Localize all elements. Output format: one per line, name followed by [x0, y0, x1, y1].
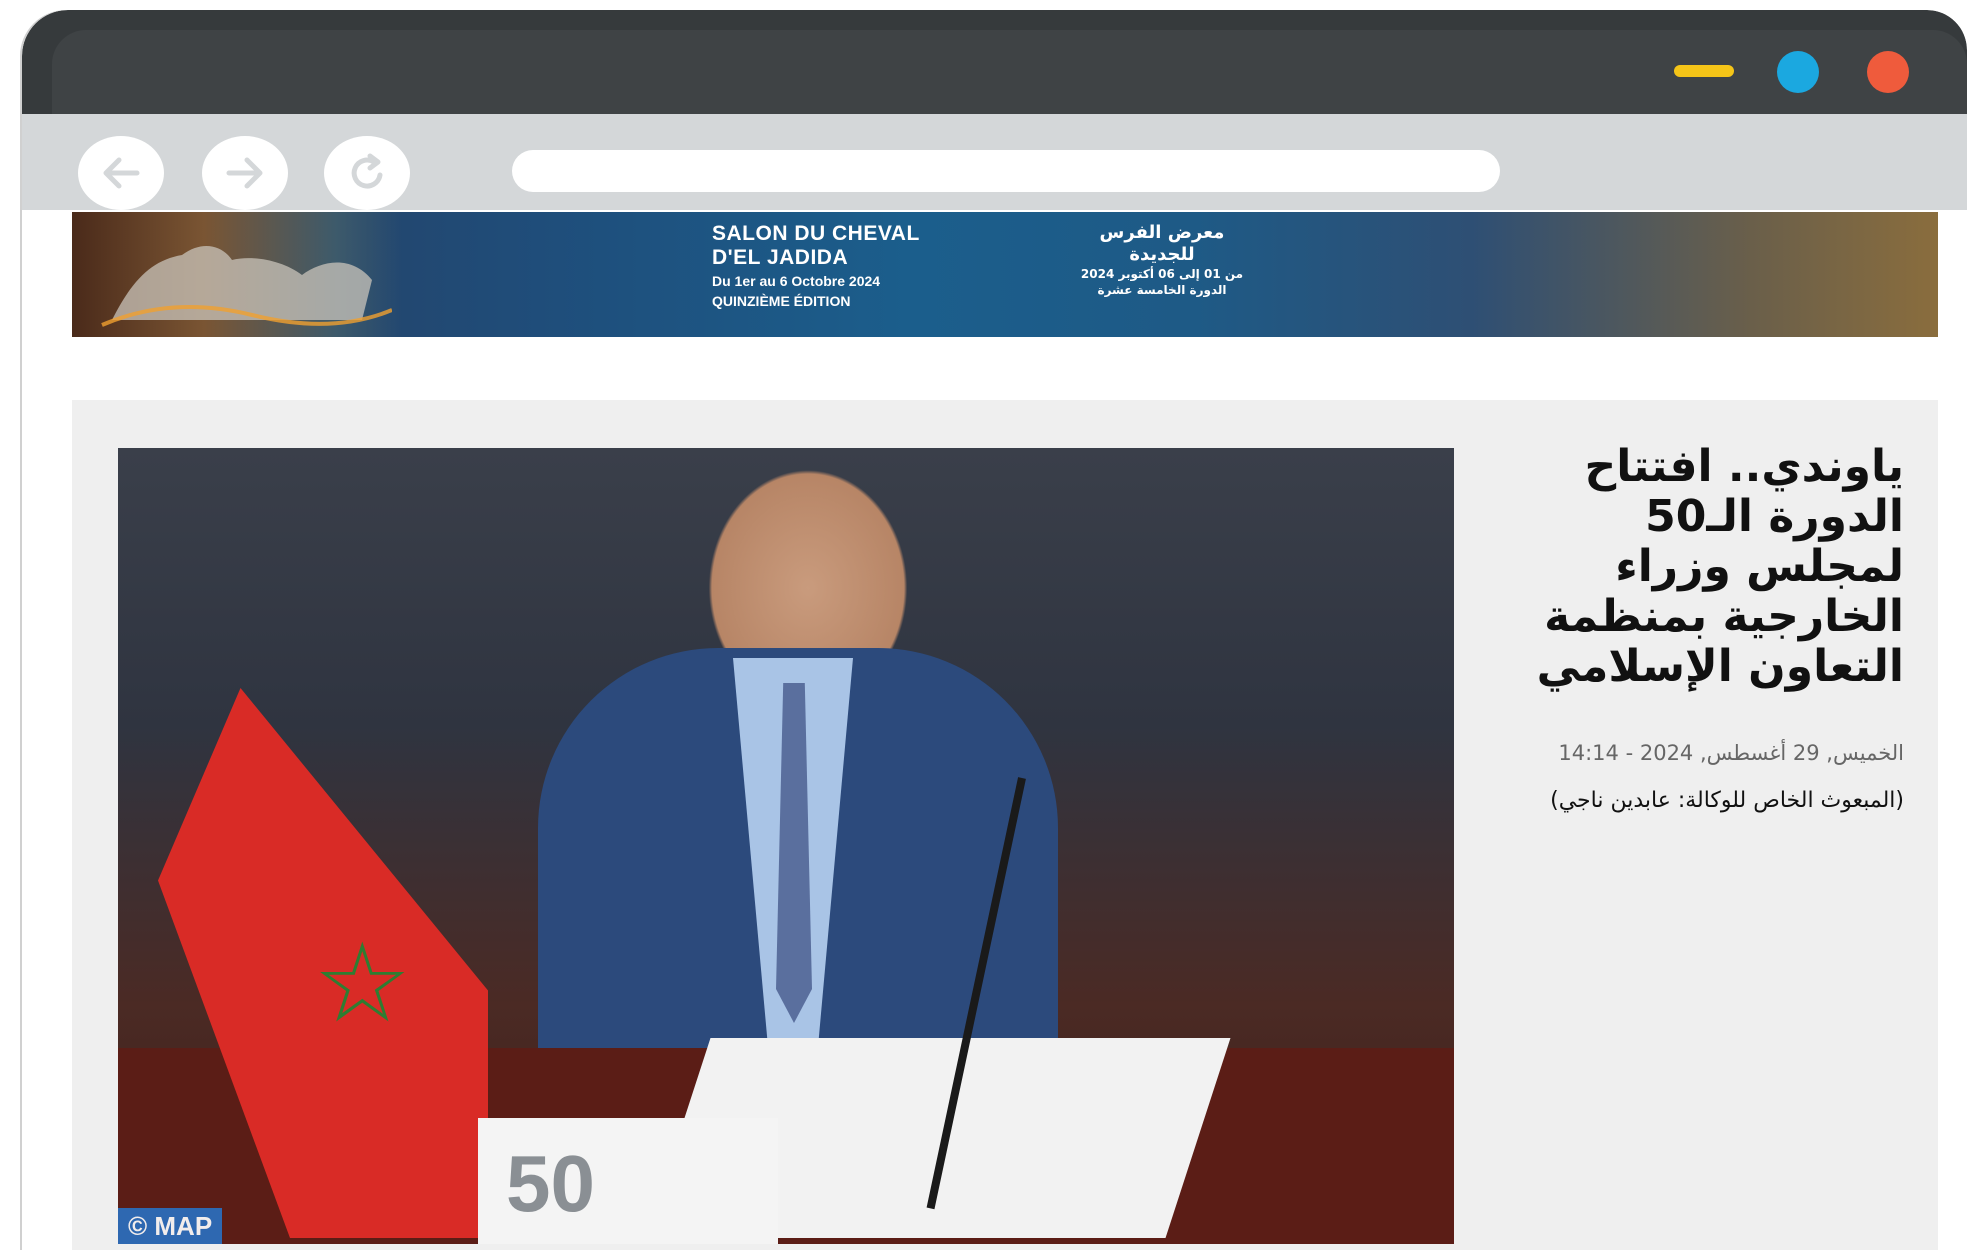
back-button[interactable]: [78, 136, 164, 210]
banner-fr-line2: D'EL JADIDA: [712, 246, 849, 269]
banner-ar-line4: الدورة الخامسة عشرة: [1097, 283, 1227, 297]
maximize-button[interactable]: [1777, 51, 1819, 93]
article-card: ☆ 50 © MAP ياوندي.. افتتاح الدورة الـ50 …: [72, 400, 1938, 1250]
back-arrow-icon: [103, 157, 140, 189]
horses-image: [72, 212, 402, 337]
article-date: الخميس, 29 أغسطس, 2024 - 14:14: [1558, 741, 1904, 765]
forward-button[interactable]: [202, 136, 288, 210]
close-button[interactable]: [1867, 51, 1909, 93]
page-viewport: SALON DU CHEVAL D'EL JADIDA Du 1er au 6 …: [34, 210, 1967, 1250]
star-icon: ☆: [313, 919, 412, 1047]
article-byline: (المبعوث الخاص للوكالة: عابدين ناجي): [1550, 788, 1904, 813]
banner-ar-line2: للجديدة: [1129, 244, 1195, 265]
banner-fr-line4: QUINZIÈME ÉDITION: [712, 293, 851, 309]
article-photo[interactable]: ☆ 50 © MAP: [118, 448, 1454, 1244]
nameplate-text: 50: [506, 1139, 595, 1228]
photo-credit: © MAP: [118, 1208, 223, 1244]
banner-ar-line3: من 01 إلى 06 أكتوبر 2024: [1080, 267, 1244, 281]
browser-toolbar: [22, 114, 1967, 210]
banner-arabic-text: معرض الفرس للجديدة من 01 إلى 06 أكتوبر 2…: [1052, 222, 1272, 298]
banner-fr-line3: Du 1er au 6 Octobre 2024: [712, 273, 881, 289]
banner-fr-line1: SALON DU CHEVAL: [712, 222, 920, 245]
nameplate: 50: [478, 1118, 778, 1244]
horse-icon: [101, 245, 392, 327]
banner-french-text: SALON DU CHEVAL D'EL JADIDA Du 1er au 6 …: [712, 222, 952, 310]
banner-ar-line1: معرض الفرس: [1099, 222, 1225, 243]
article-title[interactable]: ياوندي.. افتتاح الدورة الـ50 لمجلس وزراء…: [1484, 442, 1904, 692]
minimize-button[interactable]: [1674, 65, 1734, 77]
reload-button[interactable]: [324, 136, 410, 210]
ad-banner[interactable]: SALON DU CHEVAL D'EL JADIDA Du 1er au 6 …: [72, 212, 1938, 337]
title-bar: [22, 10, 1967, 114]
address-bar[interactable]: [512, 150, 1500, 192]
browser-window: SALON DU CHEVAL D'EL JADIDA Du 1er au 6 …: [22, 10, 1967, 1250]
reload-icon: [351, 153, 383, 189]
forward-arrow-icon: [226, 157, 263, 189]
